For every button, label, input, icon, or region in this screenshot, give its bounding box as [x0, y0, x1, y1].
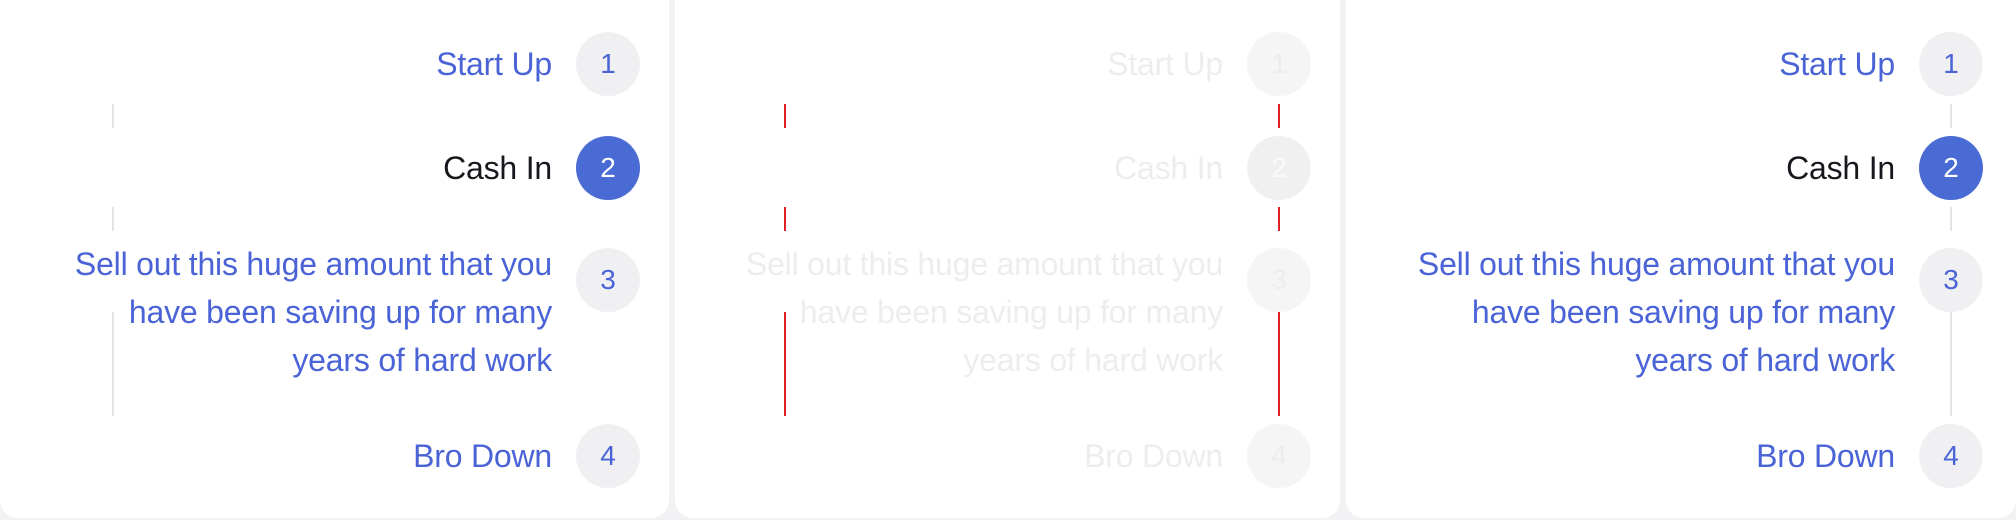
stepper-panel-2: Start Up 1 Cash In 2 Sell out this huge …: [675, 0, 1340, 518]
step-number-badge: 1: [1919, 32, 1983, 96]
step-connector: [1950, 207, 1952, 231]
step-connector: [784, 104, 786, 128]
step-number-badge: 4: [1247, 424, 1311, 488]
step-number-badge: 2: [576, 136, 640, 200]
step-number-badge: 2: [1919, 136, 1983, 200]
step-1[interactable]: Start Up 1: [675, 32, 1311, 96]
step-number-badge: 4: [1919, 424, 1983, 488]
step-4[interactable]: Bro Down 4: [1346, 424, 1983, 488]
step-connector: [784, 207, 786, 231]
step-number-badge: 3: [576, 248, 640, 312]
step-3[interactable]: Sell out this huge amount that you have …: [1346, 240, 1983, 384]
step-3[interactable]: Sell out this huge amount that you have …: [675, 240, 1311, 384]
step-number-badge: 2: [1247, 136, 1311, 200]
step-number-badge: 3: [1247, 248, 1311, 312]
step-number-badge: 1: [1247, 32, 1311, 96]
step-connector: [112, 104, 114, 128]
step-label: Sell out this huge amount that you have …: [74, 246, 552, 378]
step-label: Cash In: [1786, 150, 1895, 186]
step-1[interactable]: Start Up 1: [0, 32, 640, 96]
step-label: Sell out this huge amount that you have …: [1417, 246, 1895, 378]
step-label: Start Up: [1107, 46, 1223, 82]
stepper-panel-3: Start Up 1 Cash In 2 Sell out this huge …: [1346, 0, 2016, 518]
step-label: Bro Down: [1084, 438, 1223, 474]
step-label: Start Up: [436, 46, 552, 82]
step-connector: [1950, 104, 1952, 128]
step-label: Start Up: [1779, 46, 1895, 82]
step-label: Bro Down: [1756, 438, 1895, 474]
step-label: Cash In: [1114, 150, 1223, 186]
step-connector: [1278, 207, 1280, 231]
step-number-badge: 4: [576, 424, 640, 488]
step-connector: [1278, 104, 1280, 128]
stepper-panel-1: Start Up 1 Cash In 2 Sell out this huge …: [0, 0, 669, 518]
step-2[interactable]: Cash In 2: [0, 136, 640, 200]
step-3[interactable]: Sell out this huge amount that you have …: [0, 240, 640, 384]
step-connector: [112, 207, 114, 231]
step-4[interactable]: Bro Down 4: [0, 424, 640, 488]
step-2[interactable]: Cash In 2: [1346, 136, 1983, 200]
step-1[interactable]: Start Up 1: [1346, 32, 1983, 96]
step-number-badge: 1: [576, 32, 640, 96]
step-label: Bro Down: [413, 438, 552, 474]
step-4[interactable]: Bro Down 4: [675, 424, 1311, 488]
step-label: Cash In: [443, 150, 552, 186]
step-2[interactable]: Cash In 2: [675, 136, 1311, 200]
step-label: Sell out this huge amount that you have …: [745, 246, 1223, 378]
step-number-badge: 3: [1919, 248, 1983, 312]
